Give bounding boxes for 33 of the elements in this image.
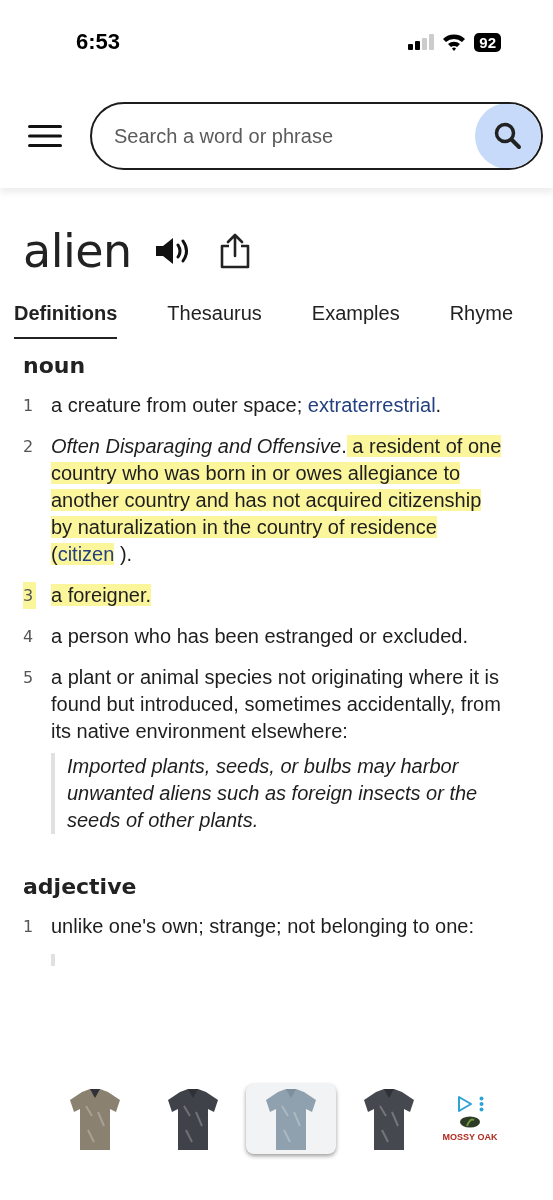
definition-number: 2 bbox=[23, 436, 35, 458]
definition-text: Often Disparaging and Offensive. a resident of one country who was born in or owes allegiance to another country and has not acquired citizenship by naturalization in the country of residence (citizen ). bbox=[51, 434, 503, 567]
tab[interactable]: Thesaurus bbox=[167, 292, 262, 339]
battery-level: 92 bbox=[474, 32, 501, 52]
ad-choices-icon[interactable] bbox=[456, 1096, 473, 1112]
definition-number: 1 bbox=[23, 916, 35, 938]
signal-icon bbox=[408, 34, 435, 50]
part-of-speech-heading: adjective bbox=[23, 874, 138, 899]
definition-number: 4 bbox=[23, 626, 35, 648]
menu-icon[interactable] bbox=[28, 125, 62, 147]
example-sentence: Imported plants, seeds, or bulbs may harbor unwanted aliens such as foreign insects or the seeds of other plants. bbox=[67, 754, 479, 833]
tab[interactable]: Definitions bbox=[14, 292, 118, 339]
search-button[interactable] bbox=[475, 104, 541, 168]
definition-number: 1 bbox=[23, 395, 35, 417]
status-time: 6:53 bbox=[76, 29, 121, 55]
search-bar[interactable]: Search a word or phrase bbox=[90, 102, 543, 170]
search-field[interactable]: Search a word or phrase bbox=[92, 123, 475, 149]
search-icon[interactable] bbox=[493, 121, 523, 151]
definition-number: 3 bbox=[23, 582, 36, 609]
definition-text: a person who has been estranged or excluded. bbox=[51, 624, 469, 649]
wifi-icon bbox=[442, 33, 467, 51]
part-of-speech-heading: noun bbox=[23, 353, 87, 378]
tab[interactable]: Rhyme bbox=[449, 292, 513, 339]
definition-number: 5 bbox=[23, 667, 35, 689]
more-options-icon[interactable] bbox=[478, 1096, 484, 1112]
definition-text: unlike one's own; strange; not belonging to one: bbox=[51, 914, 475, 939]
definition-text: a plant or animal species not originating where it is found but introduced, sometimes accidentally, from its native environment elsewhere: bbox=[51, 665, 502, 744]
definition-text: a foreigner. bbox=[51, 583, 153, 608]
leaf-logo-icon bbox=[459, 1116, 481, 1128]
tab[interactable]: Examples bbox=[311, 292, 400, 339]
headword: alien bbox=[23, 224, 132, 278]
definition-text: a creature from outer space; extraterrestrial. bbox=[51, 393, 443, 418]
brand-logo-text: MOSSY OAK bbox=[442, 1132, 498, 1142]
